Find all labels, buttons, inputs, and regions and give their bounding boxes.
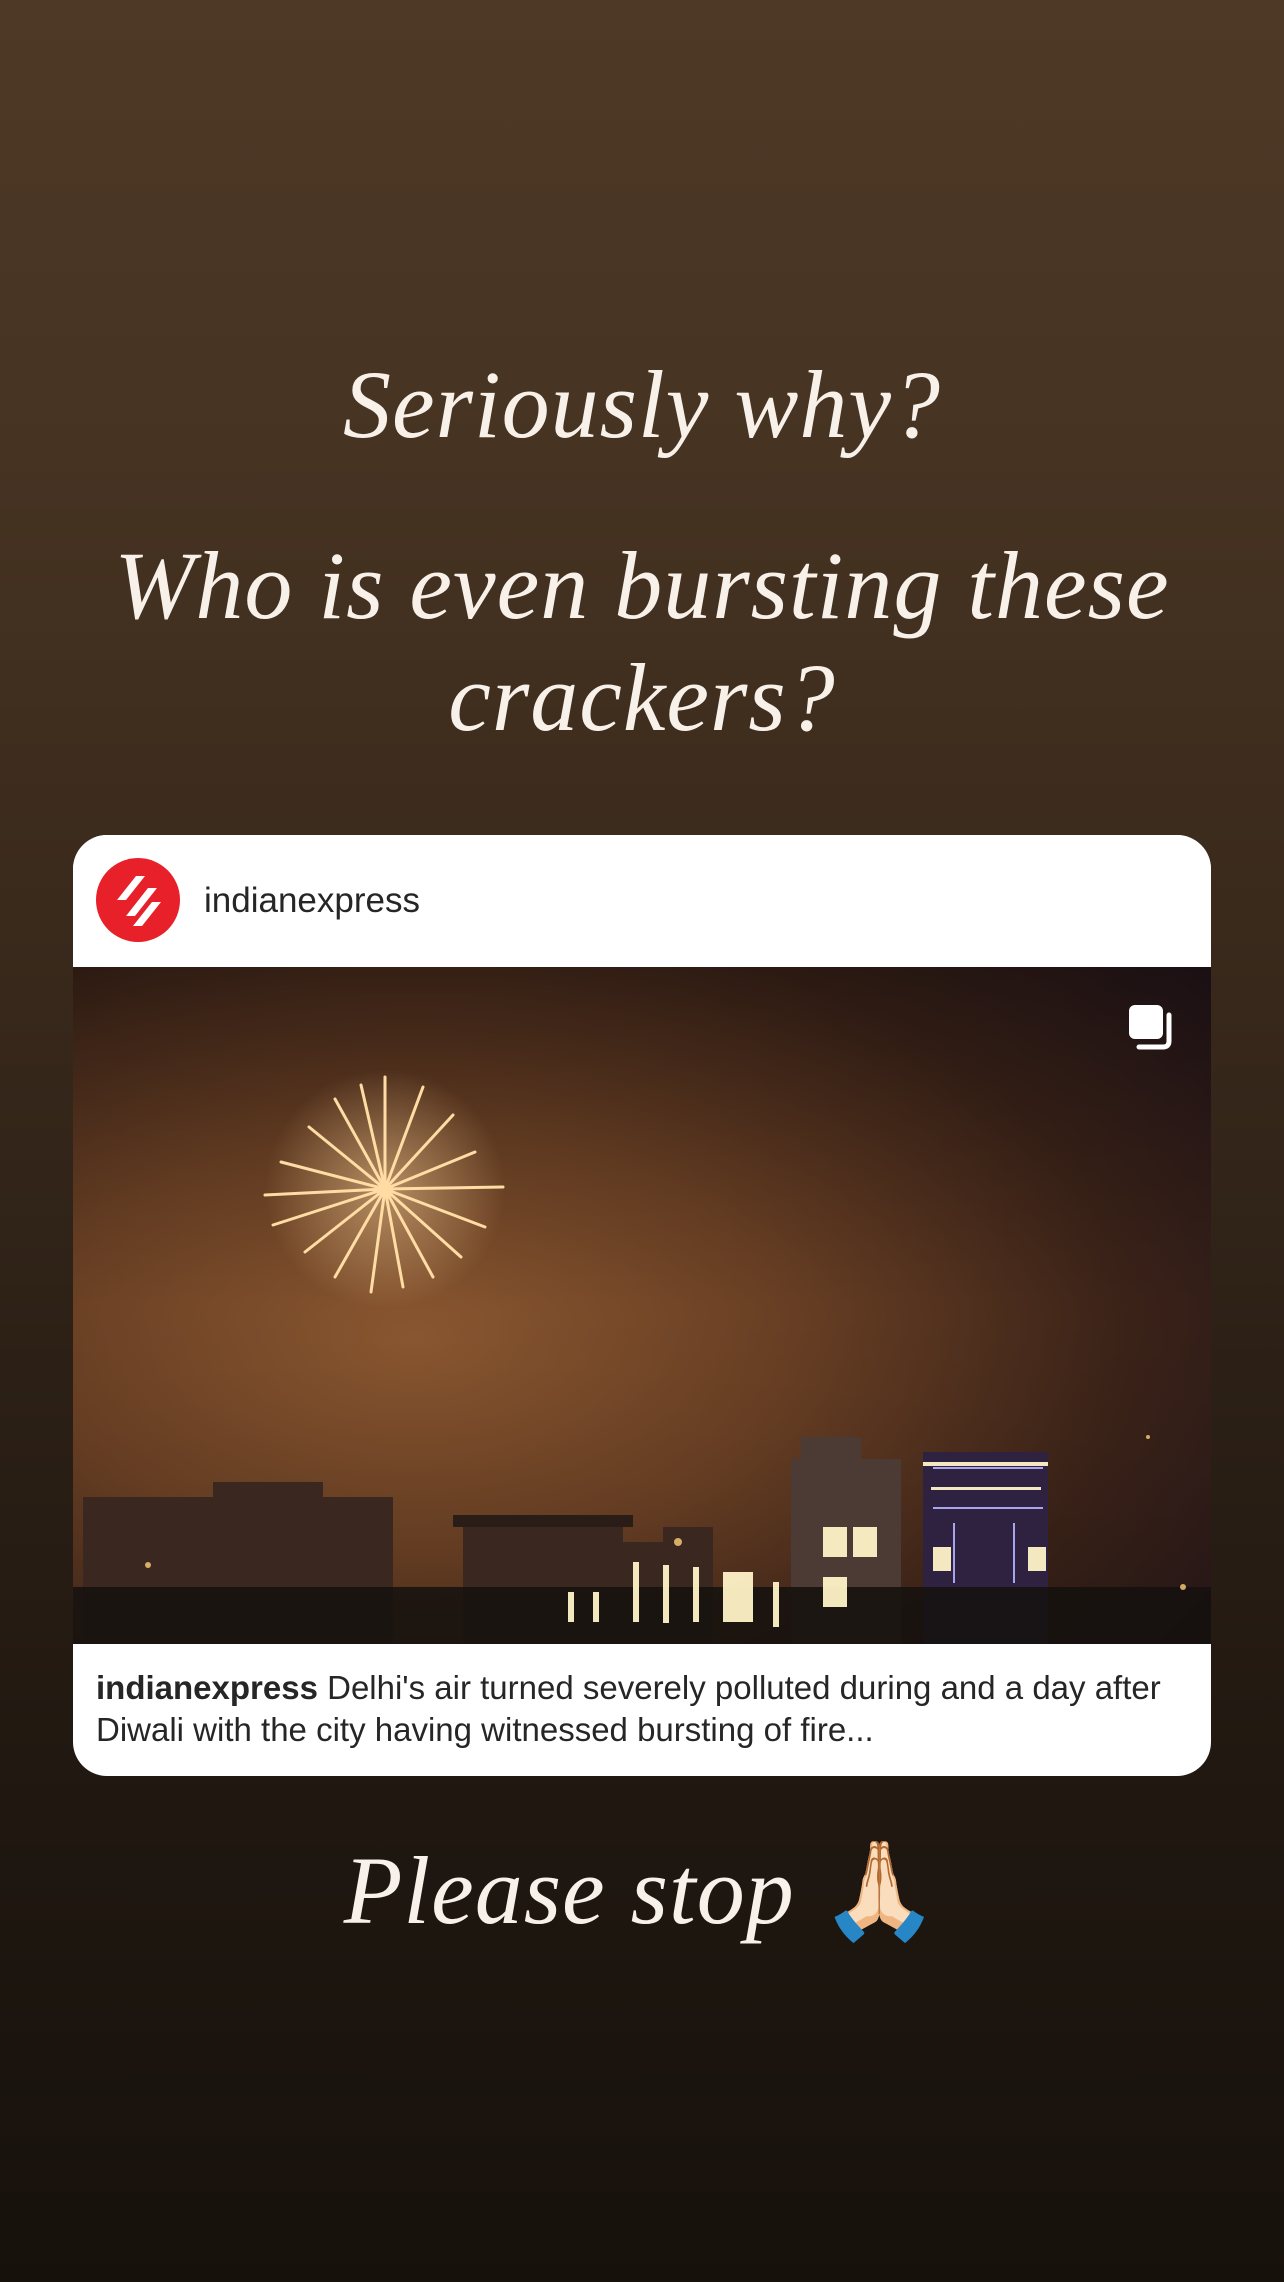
avatar[interactable] <box>96 858 180 942</box>
post-header[interactable]: indianexpress <box>73 835 1211 967</box>
story-heading: Seriously why? <box>343 351 941 458</box>
indianexpress-logo-icon <box>117 876 161 926</box>
caption-username[interactable]: indianexpress <box>96 1669 318 1706</box>
carousel-stack-icon <box>1129 1005 1172 1050</box>
post-username[interactable]: indianexpress <box>204 879 420 923</box>
praying-hands-icon: 🙏🏻 <box>819 1834 941 1946</box>
story-closing: Please stop 🙏🏻 <box>0 1835 1284 1946</box>
shared-post-card[interactable]: indianexpress indianexpress Delhi's air … <box>73 835 1211 1776</box>
post-photo[interactable] <box>73 967 1211 1644</box>
post-caption[interactable]: indianexpress Delhi's air turned severel… <box>96 1667 1186 1751</box>
story-question: Who is even bursting these crackers? <box>114 532 1170 751</box>
fireworks-photo <box>73 967 1211 1644</box>
closing-text: Please stop <box>343 1837 795 1944</box>
